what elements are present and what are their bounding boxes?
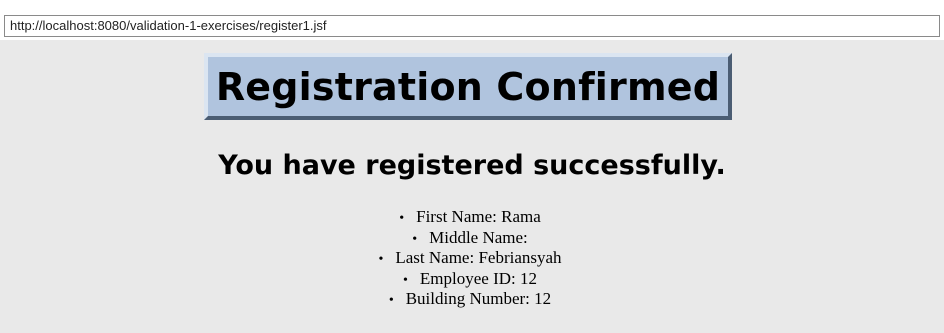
registration-details-list: • First Name: Rama • Middle Name: • Last Na…	[0, 207, 940, 310]
list-item-first-name: • First Name: Rama	[0, 207, 940, 228]
list-item-building-number: • Building Number: 12	[0, 289, 940, 310]
page-title: Registration Confirmed	[215, 64, 721, 109]
page-content: Registration Confirmed You have register…	[0, 40, 944, 333]
address-bar[interactable]: http://localhost:8080/validation-1-exerc…	[4, 15, 940, 37]
bullet-icon: •	[399, 211, 405, 226]
list-item-middle-name: • Middle Name:	[0, 228, 940, 249]
last-name-text: Last Name: Febriansyah	[395, 248, 562, 267]
list-item-employee-id: • Employee ID: 12	[0, 269, 940, 290]
list-item-last-name: • Last Name: Febriansyah	[0, 248, 940, 269]
page-title-box: Registration Confirmed	[204, 53, 732, 120]
bullet-icon: •	[378, 252, 384, 267]
success-message: You have registered successfully.	[218, 150, 726, 181]
url-text[interactable]: http://localhost:8080/validation-1-exerc…	[10, 18, 327, 33]
bullet-icon: •	[388, 293, 394, 308]
employee-id-text: Employee ID: 12	[419, 268, 537, 288]
middle-name-text: Middle Name:	[429, 227, 528, 247]
browser-window: http://localhost:8080/validation-1-exerc…	[0, 0, 944, 333]
building-number-text: Building Number: 12	[405, 289, 552, 308]
bullet-icon: •	[403, 272, 408, 288]
browser-toolbar: http://localhost:8080/validation-1-exerc…	[0, 0, 944, 40]
first-name-text: First Name: Rama	[416, 207, 541, 226]
bullet-icon: •	[412, 231, 418, 247]
